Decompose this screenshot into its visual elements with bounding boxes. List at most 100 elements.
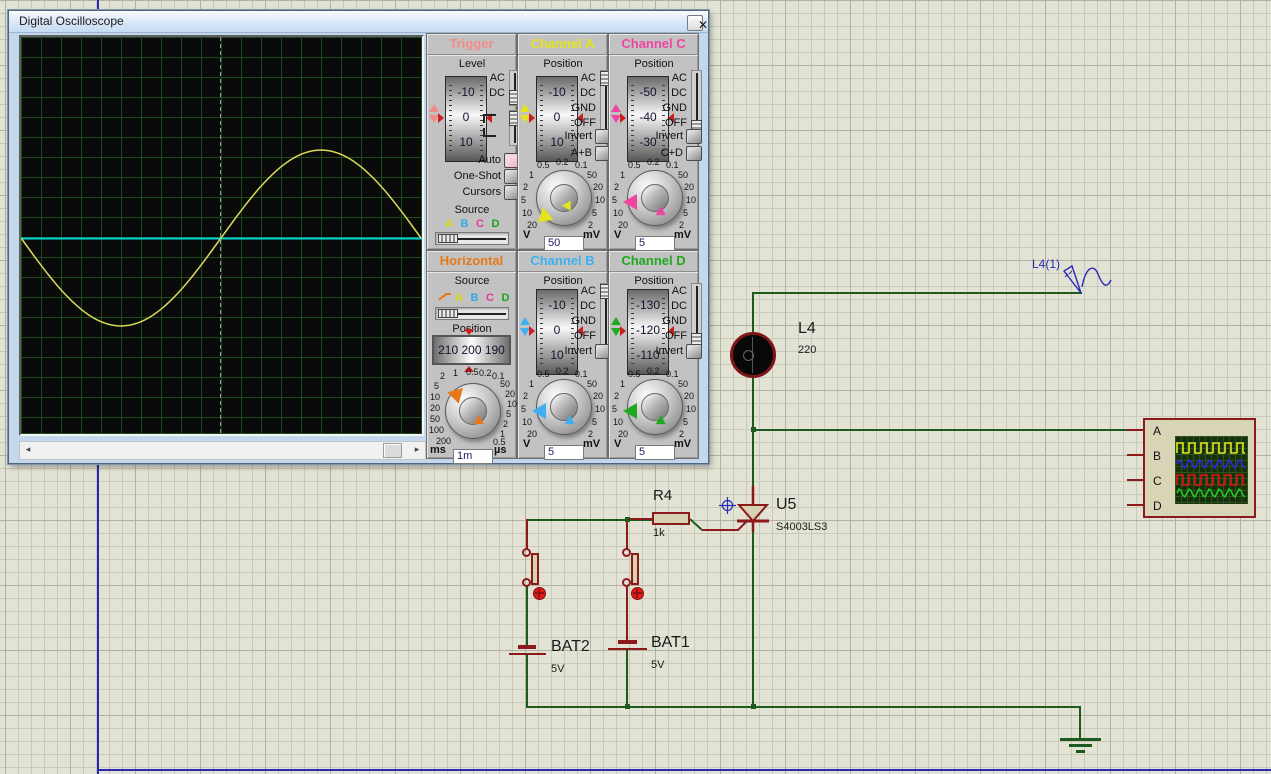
wire[interactable] [752, 528, 754, 708]
scope-grid [21, 37, 422, 434]
coupling-label-gnd: GND [552, 102, 596, 114]
pin-stub-d [1127, 504, 1143, 506]
channelA-scale-value[interactable]: 50 [544, 236, 584, 251]
switch-actuator[interactable] [631, 587, 644, 600]
switch-button[interactable] [631, 553, 639, 585]
switch-contact[interactable] [522, 548, 531, 557]
wire[interactable] [626, 586, 628, 640]
source-channel-d[interactable]: D [492, 218, 500, 230]
wire[interactable] [626, 519, 628, 550]
junction-dot [751, 704, 756, 709]
knob-unit-right: mV [674, 438, 691, 450]
horizontal-scale-value[interactable]: 1m [453, 449, 493, 464]
channelB-scale-knob[interactable]: 0.50.20.1125102050201052VmV5 [520, 371, 606, 461]
resistor-R4[interactable] [652, 512, 690, 525]
knob-scale-label: 20 [684, 391, 694, 401]
coupling-slider[interactable] [691, 283, 702, 349]
horizontal-scale-knob[interactable]: 210.50.20.151020501002005020105210.5msµs… [429, 375, 515, 465]
close-button[interactable]: ✕ [687, 15, 703, 31]
horizontal-position-dial[interactable]: 210 200 190 [432, 335, 511, 365]
knob-unit-left: V [614, 438, 621, 450]
wire[interactable] [526, 655, 528, 707]
channelD-scale-knob[interactable]: 0.50.20.1125102050201052VmV5 [611, 371, 697, 461]
position-label: Position [619, 58, 689, 70]
battery-BAT2-plate[interactable] [518, 645, 536, 649]
panel-channelA: Channel APosition-10010ACDCGNDOFFInvertA… [517, 33, 608, 250]
coupling-label-ac: AC [643, 72, 687, 84]
scroll-thumb[interactable] [383, 443, 402, 458]
horizontal-source-slider[interactable] [435, 307, 509, 320]
invert-button[interactable] [686, 344, 702, 359]
pin-stub-b [1127, 454, 1143, 456]
switch-contact[interactable] [522, 578, 531, 587]
horizontal-source-slider-thumb[interactable] [438, 309, 458, 318]
battery-BAT2-plate[interactable] [509, 653, 546, 655]
channelC-scale-value[interactable]: 5 [635, 236, 675, 251]
panel-channelD: Channel DPosition-130-120-110ACDCGNDOFFI… [608, 250, 699, 459]
source-channel-c[interactable]: C [476, 218, 484, 230]
channelD-scale-value[interactable]: 5 [635, 445, 675, 460]
dial-value: 0 [446, 110, 486, 124]
knob-scale-label: 20 [430, 403, 440, 413]
source-channel-c[interactable]: C [486, 292, 494, 304]
scroll-right-icon[interactable]: ▸ [410, 443, 424, 456]
knob-scale-label: 0.5 [628, 160, 641, 170]
knob-scale-label: 1 [453, 368, 458, 378]
resistor-value: 1k [653, 527, 665, 539]
invert-button[interactable] [686, 129, 702, 144]
window-titlebar[interactable]: Digital Oscilloscope ✕ [9, 11, 708, 33]
switch-button[interactable] [531, 553, 539, 585]
knob-scale-label: 5 [592, 208, 597, 218]
source-channel-d[interactable]: D [502, 292, 510, 304]
knob-scale-label: 0.5 [466, 367, 479, 377]
knob-scale-label: 0.2 [556, 157, 569, 167]
coupling-slider[interactable] [691, 70, 702, 136]
trigger-source-slider-thumb[interactable] [438, 234, 458, 243]
panel-channelC: Channel CPosition-50-40-30ACDCGNDOFFInve… [608, 33, 699, 250]
source-channel-a[interactable]: A [445, 218, 453, 230]
knob-unit-right: mV [674, 229, 691, 241]
wire[interactable] [752, 292, 754, 334]
knob-scale-label: 5 [521, 404, 526, 414]
junction-dot [625, 517, 630, 522]
scope-horizontal-scrollbar[interactable]: ◂ ▸ [19, 441, 426, 460]
knob-scale-label: 50 [678, 170, 688, 180]
wire[interactable] [526, 706, 1081, 708]
channelA-scale-knob[interactable]: 0.50.20.1125102050201052VmV50 [520, 162, 606, 252]
wire[interactable] [626, 650, 628, 707]
ground-symbol[interactable] [1060, 738, 1101, 741]
wire[interactable] [526, 519, 528, 550]
battery-BAT1-plate[interactable] [608, 648, 647, 650]
switch-actuator[interactable] [533, 587, 546, 600]
knob-scale-label: 2 [614, 391, 619, 401]
wire[interactable] [752, 376, 754, 492]
knob-scale-label: 20 [505, 389, 515, 399]
invert-label: Invert [526, 345, 592, 357]
wire[interactable] [1079, 706, 1081, 739]
knob-scale-label: 10 [613, 208, 623, 218]
resistor-lead [630, 518, 652, 520]
battery-BAT1-plate[interactable] [618, 640, 637, 644]
switch-contact[interactable] [622, 548, 631, 557]
oscilloscope-block[interactable]: A B C D [1143, 418, 1256, 518]
channelC-scale-knob[interactable]: 0.50.20.1125102050201052VmV5 [611, 162, 697, 252]
lamp-L4[interactable] [730, 332, 776, 378]
wire[interactable] [753, 429, 1127, 431]
knob-scale-label: 1 [620, 379, 625, 389]
pin-label-b: B [1153, 449, 1161, 463]
up-arrow-icon [611, 317, 621, 325]
channelB-scale-value[interactable]: 5 [544, 445, 584, 460]
switch-contact[interactable] [622, 578, 631, 587]
scroll-left-icon[interactable]: ◂ [21, 443, 35, 456]
battery-value: 5V [651, 659, 664, 671]
source-channel-b[interactable]: B [461, 218, 469, 230]
c+d-button[interactable] [686, 146, 702, 161]
source-channel-a[interactable]: A [455, 292, 463, 304]
thyristor-U5[interactable] [736, 486, 770, 534]
trigger-source-slider[interactable] [435, 232, 509, 245]
source-channel-b[interactable]: B [471, 292, 479, 304]
schematic-canvas: L4 220 R4 1k U5 S4003LS3 BAT2 5V BAT1 5V… [0, 0, 1271, 774]
panel-title-horizontal: Horizontal [427, 251, 516, 272]
wire[interactable] [526, 586, 528, 645]
knob-unit-right: µs [494, 444, 506, 456]
